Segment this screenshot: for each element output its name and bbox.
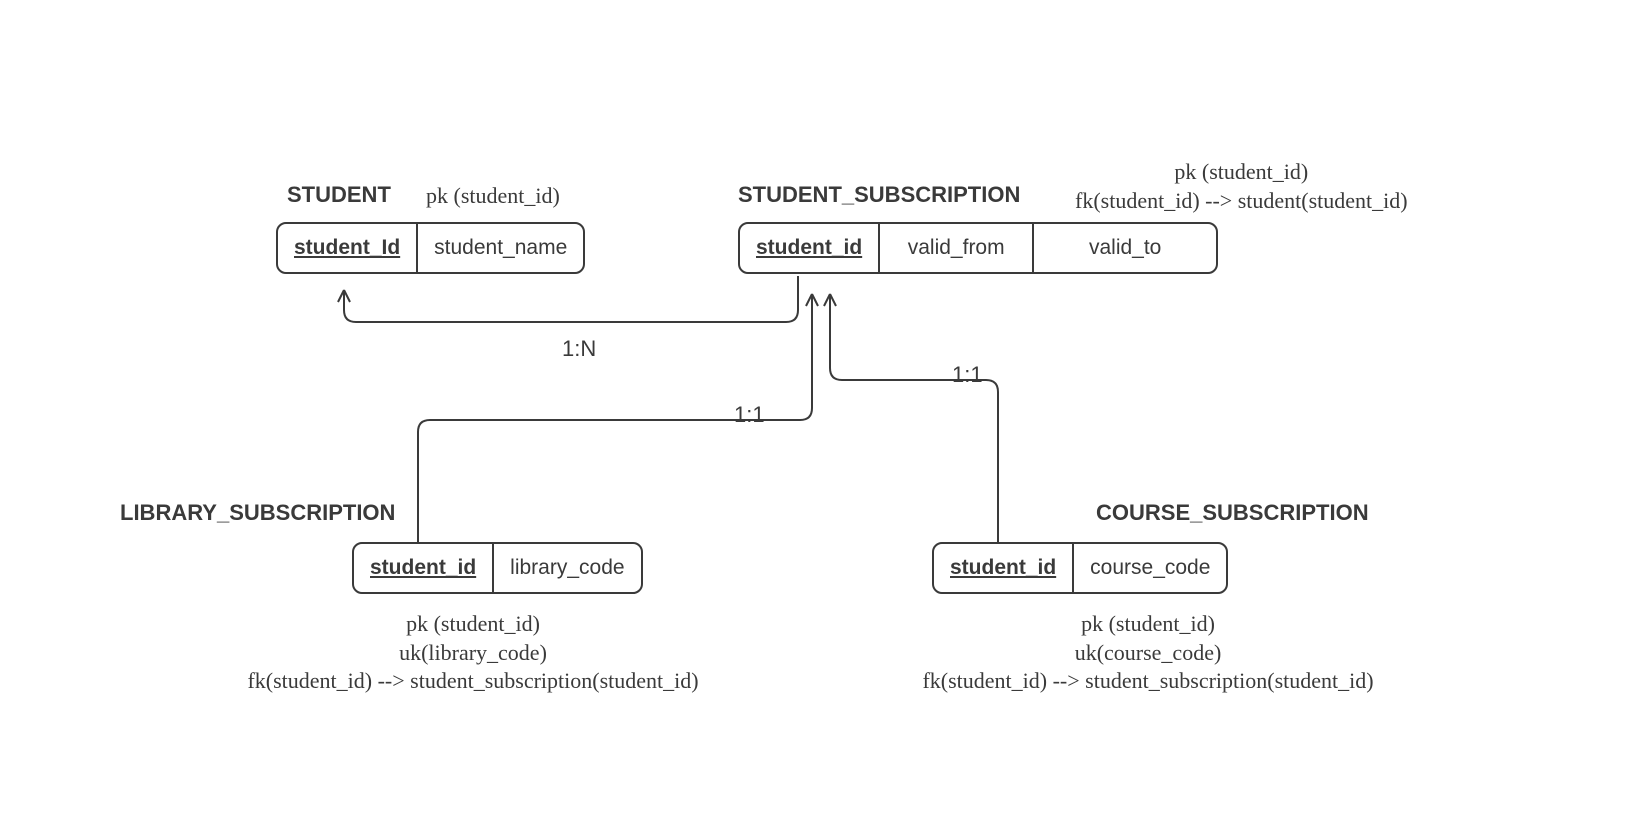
student-subscription-table: student_id valid_from valid_to — [738, 222, 1218, 274]
constraint-line: pk (student_id) — [426, 183, 560, 208]
course-subscription-constraints: pk (student_id) uk(course_code) fk(stude… — [873, 610, 1423, 696]
constraint-line: pk (student_id) — [1174, 159, 1308, 184]
library-subscription-entity-title: LIBRARY_SUBSCRIPTION — [120, 500, 395, 526]
course-subscription-entity-title: COURSE_SUBSCRIPTION — [1096, 500, 1369, 526]
course-subscription-table: student_id course_code — [932, 542, 1228, 594]
student-entity-title: STUDENT — [287, 182, 391, 208]
student-subscription-col-pk: student_id — [740, 224, 878, 272]
constraint-line: uk(course_code) — [1075, 640, 1222, 665]
arrowhead-subscription-left — [806, 294, 818, 306]
edge-subscription-to-student — [344, 276, 798, 322]
student-table: student_Id student_name — [276, 222, 585, 274]
cardinality-subscription-course: 1:1 — [952, 362, 983, 388]
constraint-line: fk(student_id) --> student(student_id) — [1075, 188, 1408, 213]
arrowhead-subscription-right — [824, 294, 836, 306]
constraint-line: uk(library_code) — [399, 640, 547, 665]
er-diagram: STUDENT pk (student_id) student_Id stude… — [0, 0, 1646, 832]
course-subscription-col-pk: student_id — [934, 544, 1072, 592]
library-subscription-col-code: library_code — [492, 544, 640, 592]
library-subscription-col-pk: student_id — [354, 544, 492, 592]
student-col-pk: student_Id — [278, 224, 416, 272]
constraint-line: pk (student_id) — [1081, 611, 1215, 636]
student-subscription-col-valid-from: valid_from — [878, 224, 1032, 272]
arrowhead-student — [338, 290, 350, 302]
cardinality-student-subscription: 1:N — [562, 336, 596, 362]
student-subscription-entity-title: STUDENT_SUBSCRIPTION — [738, 182, 1020, 208]
student-subscription-constraints: pk (student_id) fk(student_id) --> stude… — [1075, 158, 1408, 215]
library-subscription-constraints: pk (student_id) uk(library_code) fk(stud… — [198, 610, 748, 696]
course-subscription-col-code: course_code — [1072, 544, 1226, 592]
constraint-line: pk (student_id) — [406, 611, 540, 636]
constraint-line: fk(student_id) --> student_subscription(… — [922, 668, 1373, 693]
student-constraints: pk (student_id) — [426, 182, 560, 211]
student-col-name: student_name — [416, 224, 583, 272]
student-subscription-col-valid-to: valid_to — [1032, 224, 1216, 272]
library-subscription-table: student_id library_code — [352, 542, 643, 594]
edge-course-to-subscription — [830, 294, 998, 542]
constraint-line: fk(student_id) --> student_subscription(… — [247, 668, 698, 693]
cardinality-subscription-library: 1:1 — [734, 402, 765, 428]
connectors — [0, 0, 1646, 832]
